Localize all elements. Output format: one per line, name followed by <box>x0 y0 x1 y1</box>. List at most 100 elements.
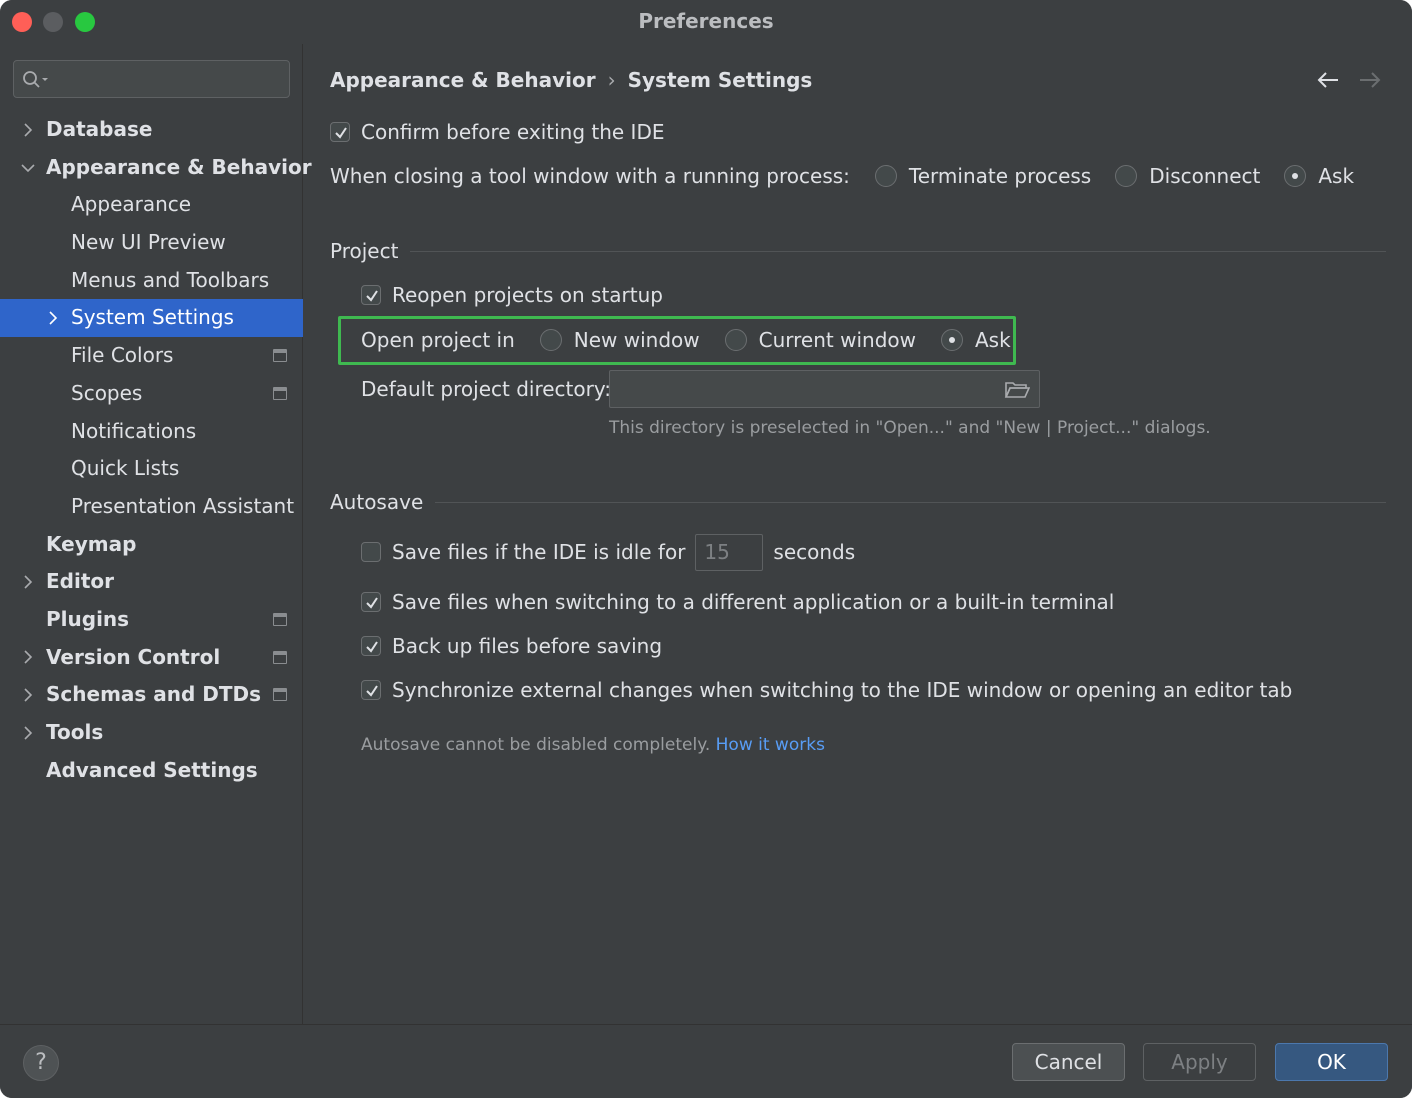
backup-checkbox[interactable] <box>361 636 381 656</box>
sidebar-item-appearance-behavior[interactable]: Appearance & Behavior <box>0 149 312 187</box>
chevron-right-icon[interactable] <box>20 639 36 677</box>
checkmark-icon <box>366 641 378 653</box>
window-title: Preferences <box>638 9 774 33</box>
checkmark-icon <box>366 685 378 697</box>
sidebar-item-label: File Colors <box>71 343 174 368</box>
breadcrumb-current: System Settings <box>627 68 813 92</box>
settings-content: Appearance & Behavior › System Settings Co… <box>304 44 1412 1024</box>
chevron-right-icon[interactable] <box>20 563 36 601</box>
radio-disconnect[interactable]: Disconnect <box>1115 161 1260 191</box>
search-icon <box>23 71 48 88</box>
sidebar-item-appearance[interactable]: Appearance <box>0 186 303 224</box>
sidebar-item-tools[interactable]: Tools <box>0 714 303 752</box>
settings-tree: Database Appearance & Behavior Appearanc… <box>0 111 312 790</box>
breadcrumb-parent[interactable]: Appearance & Behavior <box>330 68 596 92</box>
autosave-idle-checkbox[interactable] <box>361 542 381 562</box>
apply-button[interactable]: Apply <box>1143 1043 1256 1081</box>
project-level-icon <box>273 612 287 626</box>
chevron-down-icon[interactable] <box>20 149 36 187</box>
reopen-projects-label: Reopen projects on startup <box>392 283 663 307</box>
project-level-icon <box>273 349 287 363</box>
sidebar-item-system-settings[interactable]: System Settings <box>0 299 303 338</box>
chevron-right-icon[interactable] <box>20 714 36 752</box>
chevron-right-icon[interactable] <box>45 299 61 337</box>
autosave-note: Autosave cannot be disabled completely. … <box>361 735 825 755</box>
sidebar-item-label: Editor <box>46 569 114 594</box>
search-input[interactable] <box>13 60 290 98</box>
open-project-in-row: Open project in New window Current windo… <box>361 325 1011 355</box>
sidebar-item-editor[interactable]: Editor <box>0 563 303 601</box>
sync-row: Synchronize external changes when switch… <box>361 675 1292 705</box>
radio-button[interactable] <box>1115 165 1138 187</box>
radio-ask-open[interactable]: Ask <box>941 325 1011 355</box>
project-level-icon <box>273 386 287 400</box>
confirm-exit-row: Confirm before exiting the IDE <box>330 117 665 147</box>
sidebar-item-advanced-settings[interactable]: Advanced Settings <box>0 752 303 790</box>
radio-current-window[interactable]: Current window <box>724 325 916 355</box>
cancel-button[interactable]: Cancel <box>1012 1043 1125 1081</box>
project-level-icon <box>273 650 287 664</box>
sidebar-item-database[interactable]: Database <box>0 111 303 149</box>
sidebar-item-label: Presentation Assistant <box>71 493 295 518</box>
chevron-right-icon[interactable] <box>20 111 36 149</box>
radio-button[interactable] <box>724 329 747 351</box>
breadcrumb-separator: › <box>607 68 616 92</box>
how-it-works-link[interactable]: How it works <box>716 735 825 755</box>
sidebar-item-quick-lists[interactable]: Quick Lists <box>0 450 303 488</box>
backup-label: Back up files before saving <box>392 634 663 658</box>
autosave-section-header: Autosave <box>330 487 1386 517</box>
autosave-note-text: Autosave cannot be disabled completely. <box>361 735 711 755</box>
radio-ask[interactable]: Ask <box>1284 161 1354 191</box>
radio-new-window[interactable]: New window <box>539 325 700 355</box>
sidebar-item-file-colors[interactable]: File Colors <box>0 337 303 375</box>
sidebar-item-new-ui-preview[interactable]: New UI Preview <box>0 224 303 262</box>
sidebar-item-version-control[interactable]: Version Control <box>0 639 303 677</box>
radio-label: Ask <box>975 328 1011 352</box>
sidebar-item-plugins[interactable]: Plugins <box>0 601 303 639</box>
autosave-switching-row: Save files when switching to a different… <box>361 587 1114 617</box>
sidebar-item-presentation-assistant[interactable]: Presentation Assistant <box>0 488 303 526</box>
open-project-in-label: Open project in <box>361 328 515 352</box>
checkmark-icon <box>335 127 347 139</box>
back-arrow-icon[interactable] <box>1316 66 1340 94</box>
sidebar-item-schemas-dtds[interactable]: Schemas and DTDs <box>0 676 303 714</box>
closing-tool-window-row: When closing a tool window with a runnin… <box>330 161 1354 191</box>
sidebar-item-label: Version Control <box>46 644 221 669</box>
closing-tool-window-label: When closing a tool window with a runnin… <box>330 164 850 188</box>
reopen-projects-checkbox[interactable] <box>361 285 381 305</box>
radio-button[interactable] <box>1284 165 1307 187</box>
default-project-directory-field[interactable] <box>609 370 1040 408</box>
sidebar-item-notifications[interactable]: Notifications <box>0 413 303 451</box>
sync-label: Synchronize external changes when switch… <box>392 678 1293 702</box>
sync-checkbox[interactable] <box>361 680 381 700</box>
sidebar-item-menus-toolbars[interactable]: Menus and Toolbars <box>0 262 303 300</box>
dialog-footer: ? Cancel Apply OK <box>0 1024 1412 1098</box>
title-bar: Preferences <box>0 0 1412 44</box>
project-level-icon <box>273 688 287 702</box>
radio-label: Disconnect <box>1149 164 1261 188</box>
sidebar-item-label: Plugins <box>46 606 130 631</box>
sidebar-item-label: Notifications <box>71 418 197 443</box>
radio-label: New window <box>573 328 700 352</box>
sidebar-item-scopes[interactable]: Scopes <box>0 375 303 413</box>
confirm-exit-checkbox[interactable] <box>330 122 350 142</box>
radio-terminate-process[interactable]: Terminate process <box>874 161 1091 191</box>
reopen-projects-row: Reopen projects on startup <box>361 280 663 310</box>
radio-button[interactable] <box>874 165 897 187</box>
idle-seconds-input[interactable]: 15 <box>695 533 764 571</box>
sidebar-item-label: Keymap <box>46 531 137 556</box>
section-divider <box>435 501 1386 503</box>
section-title: Project <box>330 239 399 263</box>
radio-button[interactable] <box>539 329 562 351</box>
folder-icon[interactable] <box>1004 380 1030 400</box>
backup-row: Back up files before saving <box>361 631 662 661</box>
project-section-header: Project <box>330 236 1386 266</box>
sidebar-item-keymap[interactable]: Keymap <box>0 526 303 564</box>
forward-arrow-icon[interactable] <box>1358 66 1382 94</box>
radio-button[interactable] <box>941 329 963 351</box>
help-button[interactable]: ? <box>23 1045 59 1081</box>
chevron-right-icon[interactable] <box>20 676 36 714</box>
confirm-exit-label: Confirm before exiting the IDE <box>361 120 665 144</box>
autosave-switching-checkbox[interactable] <box>361 592 381 612</box>
ok-button[interactable]: OK <box>1275 1043 1388 1081</box>
